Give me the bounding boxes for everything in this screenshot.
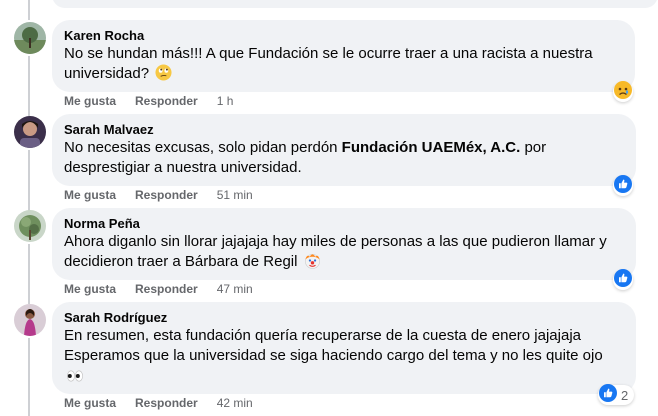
reply-button[interactable]: Responder [135,395,198,411]
thread-line [28,338,30,416]
reaction-count: 2 [621,387,629,403]
comment-actions: Me gusta Responder 51 min [64,187,253,203]
comment-timestamp[interactable]: 42 min [217,395,253,411]
comment-timestamp[interactable]: 1 h [217,93,234,109]
comment-actions: Me gusta Responder 47 min [64,281,253,297]
avatar[interactable] [14,304,46,336]
comment-author[interactable]: Sarah Rodríguez [64,310,624,326]
comment-text: En resumen, esta fundación quería recupe… [64,326,624,389]
like-button[interactable]: Me gusta [64,187,116,203]
like-reaction-icon [614,174,632,198]
comment-text: No se hundan más!!! A que Fundación se l… [64,44,623,87]
reaction-badge[interactable] [613,174,633,198]
like-reaction-icon [614,268,632,292]
rolling-eyes-emoji [155,64,172,87]
avatar[interactable] [14,116,46,148]
thread-line [28,56,30,118]
clown-face-emoji [304,252,321,275]
comment-bubble: Karen Rocha No se hundan más!!! A que Fu… [52,20,635,92]
sad-reaction-icon [614,80,632,104]
comment-timestamp[interactable]: 47 min [217,281,253,297]
comment-timestamp[interactable]: 51 min [217,187,253,203]
like-reaction-icon [599,383,617,407]
thread-line [28,150,30,212]
reply-button[interactable]: Responder [135,93,198,109]
reaction-badge[interactable]: 2 [598,383,635,407]
avatar[interactable] [14,210,46,242]
comment-actions: Me gusta Responder 42 min [64,395,253,411]
comment-text: No necesitas excusas, solo pidan perdón … [64,139,547,176]
like-button[interactable]: Me gusta [64,93,116,109]
page-mention-link[interactable]: Fundación UAEMéx, A.C. [342,139,521,156]
eyes-emoji [66,369,84,389]
reply-button[interactable]: Responder [135,281,198,297]
avatar[interactable] [14,22,46,54]
comment-bubble: Norma Peña Ahora diganlo sin llorar jaja… [52,208,636,280]
reply-button[interactable]: Responder [135,187,198,203]
reaction-badge[interactable] [613,268,633,292]
comment-bubble: Sarah Malvaez No necesitas excusas, solo… [52,114,636,186]
like-button[interactable]: Me gusta [64,281,116,297]
reaction-badge[interactable] [613,80,633,104]
comment-author[interactable]: Norma Peña [64,216,624,232]
comment-actions: Me gusta Responder 1 h [64,93,233,109]
comment-author[interactable]: Sarah Malvaez [64,122,624,138]
like-button[interactable]: Me gusta [64,395,116,411]
thread-line [28,244,30,304]
previous-comment-bubble [52,0,658,8]
comment-text: Ahora diganlo sin llorar jajajaja hay mi… [64,232,624,275]
comment-bubble: Sarah Rodríguez En resumen, esta fundaci… [52,302,636,394]
thread-line [28,0,30,20]
comment-author[interactable]: Karen Rocha [64,28,623,44]
